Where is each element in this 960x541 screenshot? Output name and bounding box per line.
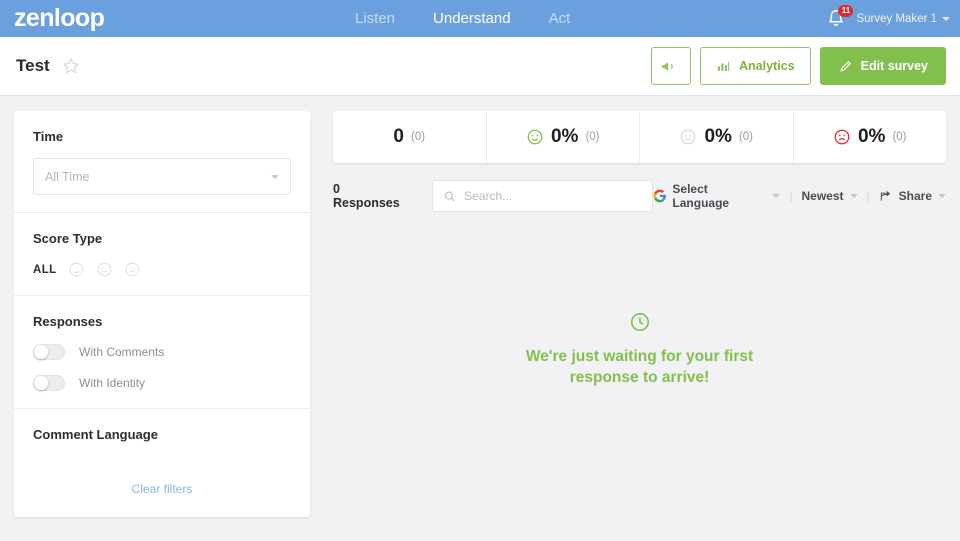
chevron-down-icon xyxy=(849,194,858,198)
empty-state-message: We're just waiting for your first respon… xyxy=(510,347,770,389)
kpi-detractors: 0% (0) xyxy=(794,111,947,163)
search-box[interactable] xyxy=(431,180,653,212)
sort-dropdown[interactable]: Newest xyxy=(801,189,858,203)
google-g-icon xyxy=(653,189,666,203)
kpi-subvalue: (0) xyxy=(411,131,426,143)
nav-item-understand[interactable]: Understand xyxy=(433,10,511,27)
toolbar-separator: | xyxy=(789,189,793,203)
kpi-subvalue: (0) xyxy=(892,131,907,143)
score-all-option[interactable]: ALL xyxy=(33,264,57,276)
responses-heading: Responses xyxy=(33,314,103,329)
smiley-face-icon[interactable] xyxy=(68,261,85,278)
kpi-summary-bar: 0 (0) 0% (0) 0% (0) 0% (0) xyxy=(333,111,946,163)
empty-state: We're just waiting for your first respon… xyxy=(333,229,946,517)
bar-chart-icon xyxy=(717,61,730,71)
kpi-subvalue: (0) xyxy=(738,131,754,143)
kpi-passives: 0% (0) xyxy=(640,111,794,163)
toggle-knob xyxy=(34,376,48,390)
kpi-value: 0% xyxy=(857,126,886,147)
analytics-label: Analytics xyxy=(739,59,795,73)
toggle-with-identity-label: With Identity xyxy=(79,376,146,390)
user-menu[interactable]: Survey Maker 1 xyxy=(856,13,950,25)
main-panel: 0 (0) 0% (0) 0% (0) 0% (0) 0 Responses S… xyxy=(333,111,946,517)
notification-badge: 11 xyxy=(838,4,854,17)
search-icon xyxy=(444,191,455,201)
kpi-promoters: 0% (0) xyxy=(487,111,640,163)
pencil-icon xyxy=(839,60,851,72)
smiley-face-icon xyxy=(527,129,543,145)
toggle-knob xyxy=(34,345,48,359)
filter-section-score-type: Score Type ALL xyxy=(14,213,310,296)
share-dropdown[interactable]: Share xyxy=(879,189,946,203)
user-name-label: Survey Maker 1 xyxy=(856,12,937,25)
clear-filters-link[interactable]: Clear filters xyxy=(33,482,291,496)
chevron-down-icon xyxy=(938,194,946,198)
time-range-select[interactable]: All Time xyxy=(33,158,291,195)
nav-item-listen[interactable]: Listen xyxy=(355,10,395,27)
sort-label: Newest xyxy=(801,189,844,203)
toggle-with-comments[interactable] xyxy=(33,344,65,360)
kpi-subvalue: (0) xyxy=(585,131,600,143)
select-language-label: Select Language xyxy=(672,182,730,210)
neutral-face-icon[interactable] xyxy=(96,261,113,278)
announce-button[interactable] xyxy=(651,47,692,85)
sad-face-icon[interactable] xyxy=(124,261,141,278)
analytics-button[interactable]: Analytics xyxy=(700,47,811,85)
page-content: Time All Time Score Type ALL Responses W… xyxy=(0,96,960,517)
main-nav: Listen Understand Act xyxy=(355,0,570,37)
neutral-face-icon xyxy=(681,129,696,145)
responses-count-label: 0 Responses xyxy=(333,182,400,210)
toolbar-separator: | xyxy=(866,189,870,203)
edit-survey-label: Edit survey xyxy=(860,59,928,73)
empty-state-line-2: response to arrive! xyxy=(569,368,710,386)
score-type-heading: Score Type xyxy=(33,231,103,246)
filter-section-responses: Responses With Comments With Identity xyxy=(14,296,310,409)
toggle-with-comments-label: With Comments xyxy=(79,345,165,359)
edit-survey-button[interactable]: Edit survey xyxy=(819,47,946,85)
top-right-controls: 11 Survey Maker 1 xyxy=(825,0,950,37)
empty-state-line-1: We're just waiting for your first xyxy=(525,348,754,365)
filter-section-time: Time All Time xyxy=(14,111,310,213)
chevron-down-icon xyxy=(271,174,279,179)
survey-header: Test Analytics Edit survey xyxy=(0,37,960,96)
toolbar-controls: Select Language | Newest | Share xyxy=(653,182,946,210)
kpi-value: 0% xyxy=(704,126,732,147)
kpi-total-responses: 0 (0) xyxy=(333,111,487,163)
page-title: Test xyxy=(16,56,50,75)
filter-section-comment-language: Comment Language Clear filters xyxy=(14,409,310,513)
filters-sidebar: Time All Time Score Type ALL Responses W… xyxy=(14,111,310,517)
notifications-button[interactable]: 11 xyxy=(825,4,854,30)
sad-face-icon xyxy=(834,129,850,145)
chevron-down-icon xyxy=(942,16,950,21)
toggle-with-comments-row: With Comments xyxy=(33,344,291,360)
chevron-down-icon xyxy=(772,194,781,198)
star-outline-icon[interactable] xyxy=(61,56,81,76)
time-heading: Time xyxy=(33,129,64,144)
time-range-value: All Time xyxy=(45,169,90,184)
survey-actions: Analytics Edit survey xyxy=(651,47,946,85)
select-language-dropdown[interactable]: Select Language xyxy=(653,182,781,210)
toggle-with-identity-row: With Identity xyxy=(33,375,291,391)
search-input[interactable] xyxy=(464,189,642,203)
comment-language-heading: Comment Language xyxy=(33,427,158,442)
nav-item-act[interactable]: Act xyxy=(549,10,571,27)
toggle-with-identity[interactable] xyxy=(33,375,65,391)
megaphone-icon xyxy=(661,61,673,71)
share-label: Share xyxy=(898,189,932,203)
zenloop-logo[interactable]: zenloop xyxy=(14,6,105,31)
kpi-value: 0% xyxy=(550,126,579,147)
kpi-value: 0 xyxy=(393,126,404,147)
share-icon xyxy=(880,190,890,201)
score-type-options: ALL xyxy=(33,261,291,278)
clock-icon xyxy=(630,312,649,332)
top-navigation-bar: zenloop Listen Understand Act 11 Survey … xyxy=(0,0,960,37)
responses-toolbar: 0 Responses Select Language xyxy=(333,178,946,214)
